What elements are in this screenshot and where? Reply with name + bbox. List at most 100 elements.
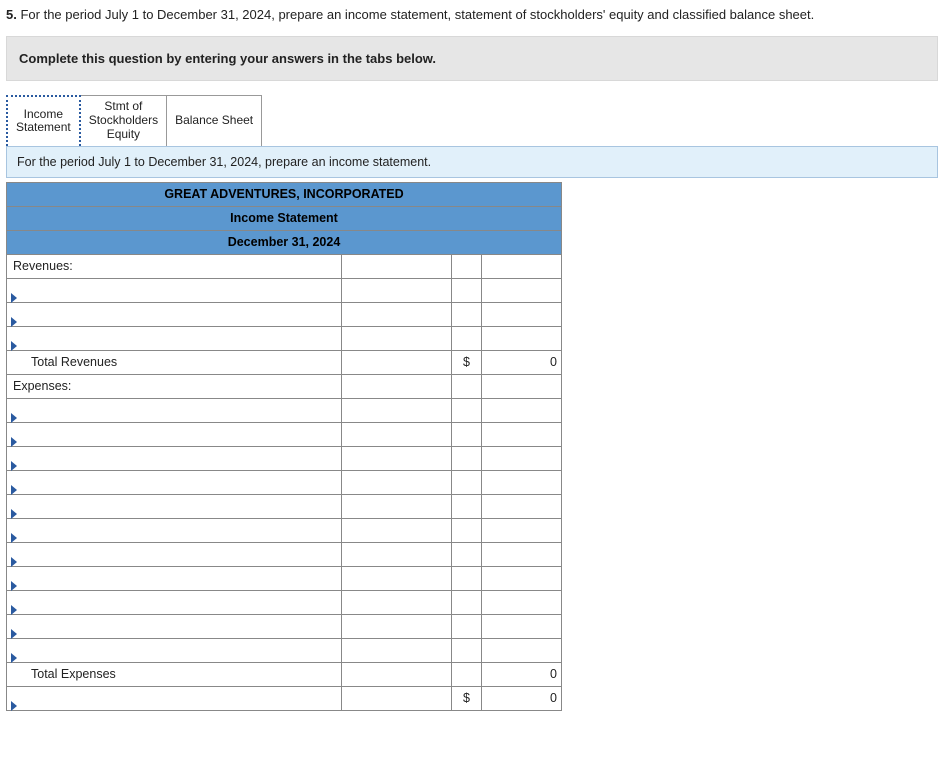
account-dropdown[interactable] — [7, 398, 342, 422]
empty-cell — [452, 254, 482, 278]
currency-cell — [452, 518, 482, 542]
table-row — [7, 422, 562, 446]
computed-amount — [482, 422, 562, 446]
amount-input[interactable] — [342, 686, 452, 710]
tab-0[interactable]: Income Statement — [6, 95, 81, 145]
empty-cell — [342, 350, 452, 374]
amount-input[interactable] — [342, 566, 452, 590]
amount-input[interactable] — [342, 398, 452, 422]
amount-input[interactable] — [342, 326, 452, 350]
computed-amount — [482, 326, 562, 350]
currency-cell — [452, 662, 482, 686]
currency-cell — [452, 398, 482, 422]
amount-input[interactable] — [342, 518, 452, 542]
question-number: 5. — [6, 7, 17, 22]
tab-1[interactable]: Stmt of Stockholders Equity — [81, 95, 167, 145]
account-dropdown[interactable] — [7, 494, 342, 518]
total-amount: 0 — [482, 662, 562, 686]
account-dropdown[interactable] — [7, 686, 342, 710]
company-header: GREAT ADVENTURES, INCORPORATED — [7, 182, 562, 206]
section-label: Revenues: — [7, 254, 342, 278]
computed-amount — [482, 566, 562, 590]
empty-cell — [482, 254, 562, 278]
account-dropdown[interactable] — [7, 590, 342, 614]
income-statement-table: GREAT ADVENTURES, INCORPORATEDIncome Sta… — [6, 182, 562, 711]
instruction-bar: Complete this question by entering your … — [6, 36, 938, 81]
account-dropdown[interactable] — [7, 518, 342, 542]
computed-amount — [482, 494, 562, 518]
computed-amount: 0 — [482, 686, 562, 710]
total-label: Total Expenses — [7, 662, 342, 686]
table-row — [7, 590, 562, 614]
amount-input[interactable] — [342, 302, 452, 326]
table-row — [7, 614, 562, 638]
empty-cell — [482, 374, 562, 398]
table-row — [7, 446, 562, 470]
amount-input[interactable] — [342, 590, 452, 614]
computed-amount — [482, 302, 562, 326]
account-dropdown[interactable] — [7, 302, 342, 326]
amount-input[interactable] — [342, 614, 452, 638]
account-dropdown[interactable] — [7, 542, 342, 566]
table-row — [7, 326, 562, 350]
table-row — [7, 398, 562, 422]
currency-cell — [452, 590, 482, 614]
section-label: Expenses: — [7, 374, 342, 398]
currency-cell — [452, 614, 482, 638]
currency-cell — [452, 302, 482, 326]
computed-amount — [482, 278, 562, 302]
amount-input[interactable] — [342, 494, 452, 518]
computed-amount — [482, 518, 562, 542]
table-row — [7, 542, 562, 566]
table-row: Revenues: — [7, 254, 562, 278]
table-row: Expenses: — [7, 374, 562, 398]
subprompt-text: For the period July 1 to December 31, 20… — [17, 155, 431, 169]
amount-input[interactable] — [342, 638, 452, 662]
empty-cell — [342, 254, 452, 278]
statement-date: December 31, 2024 — [7, 230, 562, 254]
tab-label: Balance Sheet — [175, 114, 253, 128]
account-dropdown[interactable] — [7, 278, 342, 302]
currency-cell — [452, 494, 482, 518]
account-dropdown[interactable] — [7, 326, 342, 350]
table-row — [7, 566, 562, 590]
statement-title: Income Statement — [7, 206, 562, 230]
amount-input[interactable] — [342, 542, 452, 566]
account-dropdown[interactable] — [7, 470, 342, 494]
table-row — [7, 278, 562, 302]
amount-input[interactable] — [342, 446, 452, 470]
total-amount: 0 — [482, 350, 562, 374]
account-dropdown[interactable] — [7, 566, 342, 590]
computed-amount — [482, 638, 562, 662]
amount-input[interactable] — [342, 470, 452, 494]
account-dropdown[interactable] — [7, 614, 342, 638]
tab-label: Income Statement — [16, 108, 71, 136]
computed-amount — [482, 590, 562, 614]
amount-input[interactable] — [342, 278, 452, 302]
currency-cell — [452, 542, 482, 566]
empty-cell — [342, 662, 452, 686]
computed-amount — [482, 398, 562, 422]
currency-cell — [452, 638, 482, 662]
table-row — [7, 638, 562, 662]
currency-cell — [452, 326, 482, 350]
currency-cell: $ — [452, 350, 482, 374]
computed-amount — [482, 614, 562, 638]
account-dropdown[interactable] — [7, 638, 342, 662]
table-row — [7, 302, 562, 326]
amount-input[interactable] — [342, 422, 452, 446]
empty-cell — [342, 374, 452, 398]
tab-2[interactable]: Balance Sheet — [167, 95, 262, 145]
currency-cell — [452, 446, 482, 470]
table-row: Total Expenses 0 — [7, 662, 562, 686]
account-dropdown[interactable] — [7, 422, 342, 446]
table-row: Total Revenues$0 — [7, 350, 562, 374]
currency-cell — [452, 422, 482, 446]
account-dropdown[interactable] — [7, 446, 342, 470]
table-row — [7, 494, 562, 518]
table-row — [7, 470, 562, 494]
question-text: 5. For the period July 1 to December 31,… — [6, 6, 938, 24]
currency-cell: $ — [452, 686, 482, 710]
table-row: $0 — [7, 686, 562, 710]
tabs: Income Statement Stmt of Stockholders Equ… — [6, 95, 938, 145]
